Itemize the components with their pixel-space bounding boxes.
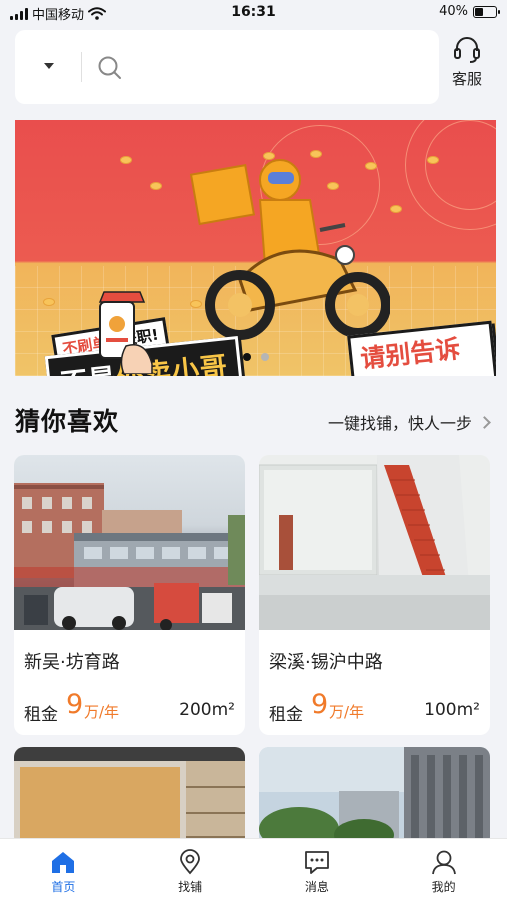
listing-area: 200m² bbox=[179, 700, 235, 720]
listing-photo bbox=[259, 747, 490, 847]
caret-down-icon[interactable] bbox=[44, 63, 54, 69]
search-bar[interactable] bbox=[15, 30, 439, 104]
listing-photo bbox=[14, 747, 245, 847]
tab-home[interactable]: 首页 bbox=[0, 839, 127, 900]
listing-photo bbox=[14, 455, 245, 630]
banner-pagination bbox=[15, 353, 496, 361]
customer-service-label: 客服 bbox=[451, 70, 482, 88]
tab-label: 我的 bbox=[431, 880, 456, 894]
banner-dot-1[interactable] bbox=[242, 353, 251, 361]
status-right: 40% bbox=[439, 4, 500, 19]
clock: 16:31 bbox=[231, 4, 276, 20]
coin-icon bbox=[150, 182, 162, 190]
chevron-right-icon bbox=[478, 415, 491, 429]
listing-title: 新吴·坊育路 bbox=[24, 652, 120, 673]
rent-label: 租金 bbox=[269, 705, 303, 725]
coin-icon bbox=[427, 156, 439, 164]
listing-price: 9 bbox=[66, 689, 84, 720]
quick-find-label: 一键找铺，快人一步 bbox=[327, 414, 472, 433]
battery-icon bbox=[473, 5, 500, 18]
user-icon bbox=[431, 850, 456, 875]
tab-messages[interactable]: 消息 bbox=[254, 839, 381, 900]
tab-find-shop[interactable]: 找铺 bbox=[127, 839, 254, 900]
coin-icon bbox=[43, 298, 55, 306]
banner-dot-2[interactable] bbox=[260, 353, 269, 361]
location-pin-icon bbox=[180, 849, 201, 875]
tab-label: 消息 bbox=[304, 880, 329, 894]
search-icon[interactable] bbox=[97, 55, 123, 81]
customer-service-button[interactable]: 客服 bbox=[444, 36, 490, 96]
search-divider bbox=[81, 52, 82, 82]
message-icon bbox=[304, 851, 329, 874]
listing-card[interactable] bbox=[259, 747, 490, 847]
home-icon bbox=[52, 852, 75, 873]
bottom-tab-bar: 首页 找铺 消息 我的 bbox=[0, 838, 507, 900]
tab-profile[interactable]: 我的 bbox=[380, 839, 507, 900]
battery-percent: 40% bbox=[439, 4, 468, 19]
delivery-rider-illustration bbox=[189, 159, 390, 340]
listing-title: 梁溪·锡沪中路 bbox=[269, 652, 383, 673]
coin-icon bbox=[120, 156, 132, 164]
rent-label: 租金 bbox=[24, 705, 58, 725]
listing-price: 9 bbox=[311, 689, 329, 720]
tab-label: 找铺 bbox=[178, 880, 203, 894]
promo-banner[interactable]: 不刷单的兼职! 不是外卖小哥 请别告诉他 bbox=[15, 120, 496, 376]
listing-area: 100m² bbox=[424, 700, 480, 720]
price-unit: 万/年 bbox=[84, 703, 120, 721]
tab-label: 首页 bbox=[51, 880, 76, 894]
phone-hand-illustration bbox=[98, 291, 153, 374]
status-bar: 中国移动 16:31 40% bbox=[0, 0, 507, 26]
headset-icon bbox=[454, 37, 480, 63]
quick-find-link[interactable]: 一键找铺，快人一步 bbox=[327, 410, 491, 434]
listing-card[interactable]: 梁溪·锡沪中路 租金 9 万/年 100m² bbox=[259, 455, 490, 735]
listing-card[interactable] bbox=[14, 747, 245, 847]
listing-card[interactable]: 新吴·坊育路 租金 9 万/年 200m² bbox=[14, 455, 245, 735]
price-unit: 万/年 bbox=[329, 703, 365, 721]
coin-icon bbox=[390, 205, 402, 213]
section-title: 猜你喜欢 bbox=[15, 407, 120, 436]
listing-photo bbox=[259, 455, 490, 630]
